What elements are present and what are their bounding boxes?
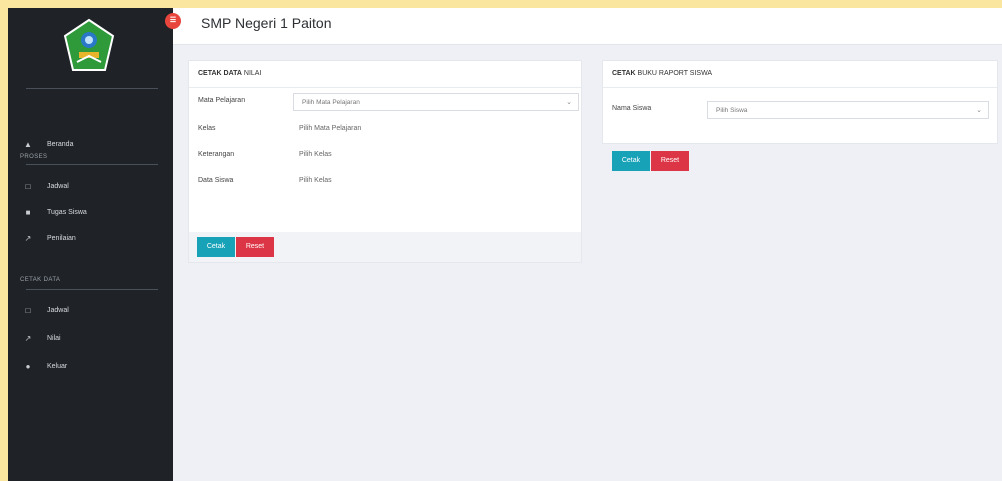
hamburger-icon[interactable]: ☰ [165, 13, 181, 29]
reset-button[interactable]: Reset [236, 237, 274, 257]
card-cetak-nilai: CETAK DATA NILAI Mata Pelajaran Pilih Ma… [188, 60, 582, 234]
card-title: CETAK BUKU RAPORT SISWA [603, 61, 997, 88]
sidebar-item-penilaian[interactable]: ↗ Penilaian [8, 226, 173, 250]
sidebar-item-label: Jadwal [47, 306, 69, 314]
value-data-siswa: Pilih Kelas [299, 177, 332, 184]
edit-icon: ↗ [24, 233, 32, 243]
sidebar-divider [26, 164, 158, 165]
sidebar-item-beranda[interactable]: ▲ Beranda [8, 132, 173, 156]
card-title-rest: BUKU RAPORT SISWA [635, 70, 713, 77]
card-title-rest: NILAI [241, 70, 262, 77]
calendar-icon: □ [25, 305, 31, 315]
select-value: Pilih Mata Pelajaran [302, 99, 360, 106]
card-title-bold: CETAK DATA [198, 70, 242, 77]
nama-siswa-select[interactable]: Pilih Siswa ⌄ [707, 101, 989, 119]
label-data-siswa: Data Siswa [198, 177, 234, 184]
cetak-raport-button[interactable]: Cetak [612, 151, 650, 171]
sidebar-item-tugas-siswa[interactable]: ■ Tugas Siswa [8, 200, 173, 224]
sidebar-item-label: Tugas Siswa [47, 208, 87, 216]
users-icon: ■ [25, 207, 31, 217]
sidebar-item-label: Penilaian [47, 234, 76, 242]
topbar: ☰ SMP Negeri 1 Paiton [165, 8, 1002, 45]
sidebar-item-jadwal[interactable]: □ Jadwal [8, 174, 173, 198]
sidebar-item-label: Beranda [47, 140, 74, 148]
mata-pelajaran-select[interactable]: Pilih Mata Pelajaran ⌄ [293, 93, 579, 111]
app-frame: ▲ Beranda PROSES □ Jadwal ■ Tugas Siswa … [8, 8, 1002, 481]
power-icon: ● [25, 361, 31, 371]
home-icon: ▲ [24, 139, 32, 149]
value-keterangan: Pilih Kelas [299, 151, 332, 158]
card-title-bold: CETAK [612, 70, 636, 77]
sidebar-divider [26, 289, 158, 290]
sidebar-item-label: Jadwal [47, 182, 69, 190]
reset-raport-button[interactable]: Reset [651, 151, 689, 171]
label-keterangan: Keterangan [198, 151, 235, 158]
chevron-down-icon: ⌄ [566, 99, 572, 106]
label-kelas: Kelas [198, 125, 216, 132]
select-value: Pilih Siswa [716, 107, 748, 114]
card-cetak-raport: CETAK BUKU RAPORT SISWA Nama Siswa Pilih… [602, 60, 998, 144]
chevron-down-icon: ⌄ [976, 107, 982, 114]
cetak-button[interactable]: Cetak [197, 237, 235, 257]
label-mata-pelajaran: Mata Pelajaran [198, 97, 246, 104]
sidebar-section-proses: PROSES [20, 154, 48, 160]
sidebar-item-label: Keluar [47, 362, 68, 370]
school-logo [63, 18, 115, 71]
label-nama-siswa: Nama Siswa [612, 105, 652, 112]
sidebar-item-cetak-nilai[interactable]: ↗ Nilai [8, 326, 173, 350]
card-title: CETAK DATA NILAI [189, 61, 581, 88]
sidebar-item-keluar[interactable]: ● Keluar [8, 354, 173, 378]
sidebar-section-cetak-data: CETAK DATA [20, 277, 61, 283]
sidebar-divider [26, 88, 158, 89]
sidebar-item-label: Nilai [47, 334, 61, 342]
page-title: SMP Negeri 1 Paiton [201, 15, 332, 31]
edit-icon: ↗ [24, 333, 32, 343]
sidebar-item-cetak-jadwal[interactable]: □ Jadwal [8, 298, 173, 322]
value-kelas: Pilih Mata Pelajaran [299, 125, 362, 132]
calendar-icon: □ [25, 181, 31, 191]
sidebar: ▲ Beranda PROSES □ Jadwal ■ Tugas Siswa … [8, 8, 173, 481]
